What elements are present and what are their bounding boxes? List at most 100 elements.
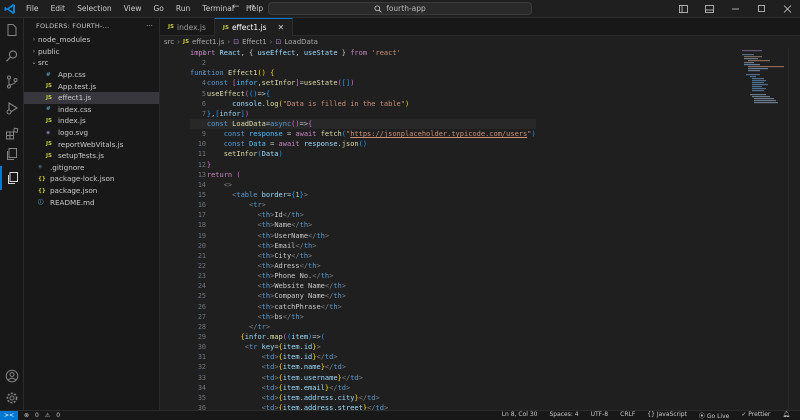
settings-gear-icon[interactable]: [0, 386, 24, 410]
command-center-search[interactable]: fourth-app: [268, 2, 532, 15]
search-text: fourth-app: [386, 4, 426, 13]
layout-icon[interactable]: [670, 0, 696, 18]
tree-item[interactable]: ⓘ README.md: [24, 196, 159, 208]
explorer-sidebar: FOLDERS: FOURTH-... ··· › node_modules › pu…: [24, 18, 160, 410]
code-content[interactable]: import React, { useEffect, useState } fr…: [190, 48, 536, 410]
run-debug-icon[interactable]: [0, 96, 24, 120]
prettier-button[interactable]: ✓ Prettier: [741, 411, 770, 420]
source-control-icon[interactable]: [0, 70, 24, 94]
md-file-icon: ⓘ: [38, 200, 44, 207]
tab-label: effect1.js: [231, 23, 267, 32]
minimize-icon[interactable]: [722, 0, 748, 18]
tree-item-label: package.json: [50, 186, 98, 196]
code-line: </tr>: [249, 322, 271, 331]
js-file-icon: JS: [46, 117, 53, 124]
code-line: <th>Id</th>: [257, 211, 304, 220]
code-editor[interactable]: 1234567891011121314151617181920212223242…: [160, 48, 800, 410]
chevron-right-icon: ›: [32, 36, 36, 44]
js-file-icon: JS: [46, 152, 53, 159]
menu-file[interactable]: File: [20, 4, 45, 13]
tree-item-label: README.md: [50, 197, 95, 207]
pages-icon[interactable]: [0, 166, 24, 190]
tree-item-label: App.css: [58, 70, 86, 80]
code-line: useEffect(()=>{: [206, 89, 271, 98]
breadcrumb-function[interactable]: Effect1: [242, 38, 267, 46]
js-file-icon: JS: [46, 83, 53, 90]
tree-item[interactable]: {} package.json: [24, 185, 159, 197]
vertical-scrollbar[interactable]: [788, 48, 800, 410]
code-line: }: [206, 160, 212, 169]
code-line: <th>Company Name</th>: [257, 292, 346, 301]
breadcrumb-src[interactable]: src: [164, 38, 174, 46]
cursor-position[interactable]: Ln 8, Col 30: [502, 411, 538, 420]
code-line: <table border={1}>: [232, 190, 309, 199]
tab-label: index.js: [177, 22, 206, 32]
language-mode[interactable]: {} JavaScript: [647, 411, 687, 420]
errors-icon[interactable]: ⊗: [24, 412, 29, 419]
tree-item[interactable]: JS App.test.js: [24, 80, 159, 92]
js-file-icon: JS: [46, 141, 53, 148]
code-line: <th>Phone No.</th>: [257, 272, 334, 281]
menu-go[interactable]: Go: [147, 4, 169, 13]
menu-view[interactable]: View: [118, 4, 148, 13]
tree-item[interactable]: ◆ .gitignore: [24, 162, 159, 174]
error-count[interactable]: 0: [35, 412, 39, 419]
close-tab-icon[interactable]: ✕: [278, 23, 285, 32]
encoding[interactable]: UTF-8: [591, 411, 609, 420]
search-icon: [374, 4, 382, 13]
tree-item[interactable]: # index.css: [24, 104, 159, 116]
tree-item[interactable]: JS index.js: [24, 115, 159, 127]
chevron-right-icon: ›: [177, 38, 181, 46]
tree-item[interactable]: # App.css: [24, 69, 159, 81]
panel-icon[interactable]: [696, 0, 722, 18]
menu-run[interactable]: Run: [170, 4, 196, 13]
code-line: <td>{item.name}</td>: [261, 363, 346, 372]
tree-item[interactable]: {} package-lock.json: [24, 173, 159, 185]
tree-item[interactable]: › node_modules: [24, 34, 159, 46]
window-controls: [670, 0, 800, 18]
end-of-line[interactable]: CRLF: [620, 411, 635, 420]
close-window-icon[interactable]: [774, 0, 800, 18]
remote-icon[interactable]: ><: [0, 410, 18, 420]
more-actions-icon[interactable]: ···: [146, 22, 153, 30]
copy-files-icon[interactable]: [0, 142, 24, 166]
account-icon[interactable]: [0, 364, 24, 388]
json-file-icon: {}: [38, 175, 46, 182]
menu-edit[interactable]: Edit: [45, 4, 72, 13]
breadcrumb-file[interactable]: effect1.js: [192, 38, 224, 46]
warning-count[interactable]: 0: [56, 412, 60, 419]
status-right: Ln 8, Col 30 Spaces: 4 UTF-8 CRLF {} Jav…: [502, 411, 800, 420]
code-line: const Data = await response.json(): [223, 140, 368, 149]
explorer-icon[interactable]: [0, 18, 24, 42]
tree-item[interactable]: JS effect1.js: [24, 91, 159, 104]
forward-arrow-icon[interactable]: →: [248, 2, 256, 12]
breadcrumb-variable[interactable]: LoadData: [284, 38, 318, 46]
tab-effect1-js[interactable]: JS effect1.js ✕: [214, 18, 294, 36]
tree-item[interactable]: JS setupTests.js: [24, 150, 159, 162]
tree-item[interactable]: › public: [24, 46, 159, 58]
indentation[interactable]: Spaces: 4: [549, 411, 578, 420]
tree-item-label: public: [38, 46, 60, 56]
code-line: const LoadData=async()=>{: [190, 118, 536, 130]
menu-selection[interactable]: Selection: [71, 4, 118, 13]
broadcast-icon: ⦿: [698, 413, 705, 420]
code-line: setInfor(Data): [223, 150, 283, 159]
go-live-button[interactable]: ⦿ Go Live: [699, 411, 729, 420]
tree-item-label: logo.svg: [58, 128, 89, 138]
search-sidebar-icon[interactable]: [0, 44, 24, 68]
chevron-right-icon: ›: [32, 47, 36, 55]
maximize-icon[interactable]: [748, 0, 774, 18]
vscode-logo-icon: [0, 0, 20, 18]
notifications-bell-icon[interactable]: 🔔︎: [782, 411, 790, 420]
warning-icon[interactable]: ⚠: [45, 412, 50, 419]
minimap[interactable]: [740, 48, 784, 108]
tree-item[interactable]: JS reportWebVitals.js: [24, 138, 159, 150]
tree-item[interactable]: ◈ logo.svg: [24, 127, 159, 139]
back-arrow-icon[interactable]: ←: [232, 2, 240, 12]
tab-index-js[interactable]: JS index.js: [160, 18, 215, 36]
code-line: return (: [206, 170, 241, 179]
code-line: const response = await fetch("https://js…: [223, 130, 536, 139]
tree-item[interactable]: ⌄ src: [24, 57, 159, 69]
status-bar: >< ⊗ 0 ⚠ 0 Ln 8, Col 30 Spaces: 4 UTF-8 …: [0, 410, 800, 420]
